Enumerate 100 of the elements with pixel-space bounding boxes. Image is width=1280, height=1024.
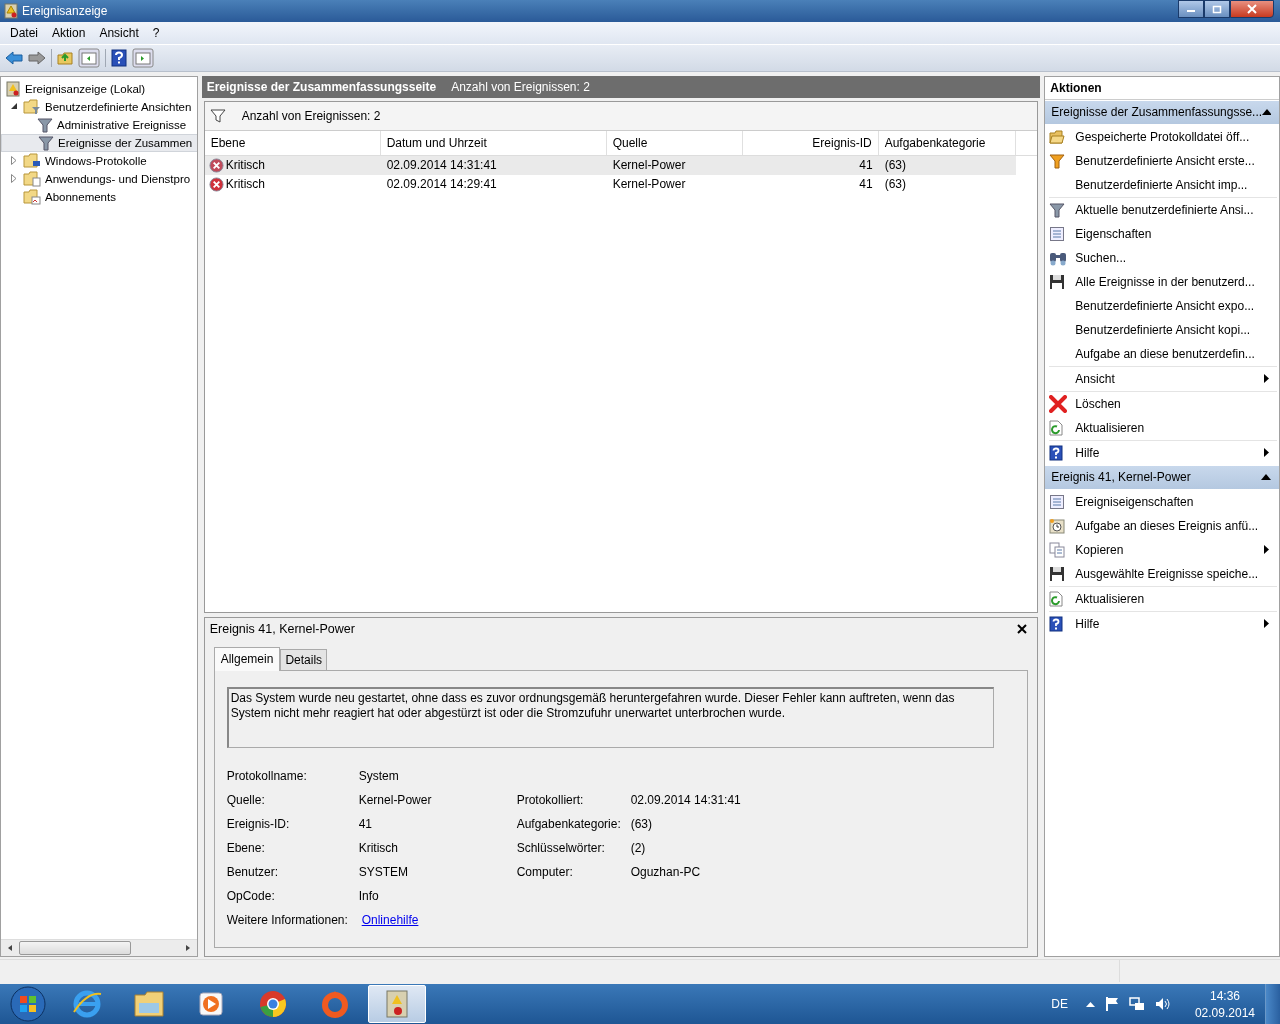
expand-arrow-icon[interactable] (11, 156, 17, 166)
event-row[interactable]: Kritisch 02.09.2014 14:29:41 Kernel-Power 41 (63) (204, 174, 1016, 194)
collapse-arrow-icon[interactable] (1262, 109, 1271, 116)
collapse-arrow-icon[interactable] (1261, 474, 1271, 481)
collapse-arrow-icon[interactable] (10, 103, 18, 111)
column-header[interactable]: Ereignis-ID (742, 130, 879, 155)
action-item[interactable]: Benutzerdefinierte Ansicht imp... (1049, 172, 1277, 198)
table-cell-text: (63) (883, 157, 908, 175)
field-label: Computer: (516, 864, 574, 879)
action-item[interactable]: Aufgabe an dieses Ereignis anfü... (1049, 513, 1277, 538)
action-item[interactable]: Aktualisieren (1049, 586, 1277, 612)
network-icon[interactable] (1128, 996, 1145, 1012)
action-item[interactable]: Gespeicherte Protokolldatei öff... (1049, 124, 1277, 149)
action-item[interactable]: Ansicht (1049, 366, 1277, 392)
ring-icon (321, 989, 349, 1019)
expand-arrow-icon[interactable] (11, 174, 17, 184)
action-item[interactable]: Alle Ereignisse in der benutzerd... (1049, 269, 1277, 294)
action-item[interactable]: Suchen... (1049, 245, 1277, 270)
action-item[interactable]: Hilfe (1049, 440, 1277, 465)
table-cell-text: Kernel-Power (611, 176, 687, 194)
action-pane-icon[interactable] (132, 47, 154, 68)
help-link[interactable]: Onlinehilfe (361, 912, 419, 927)
action-item[interactable]: Löschen (1049, 391, 1277, 416)
clock-time[interactable]: 14:36 (1209, 988, 1240, 1003)
column-header[interactable]: Ebene (204, 130, 381, 155)
action-item[interactable]: Aktuelle benutzerdefinierte Ansi... (1049, 197, 1277, 222)
action-item[interactable]: Ausgewählte Ereignisse speiche... (1049, 561, 1277, 587)
tree-item[interactable]: Benutzerdefinierte Ansichten (1, 97, 197, 116)
field-label: Weitere Informationen: (226, 912, 349, 927)
close-button[interactable] (1230, 0, 1274, 18)
taskbar-button[interactable] (368, 985, 426, 1023)
filter-icon (1049, 201, 1066, 218)
forward-arrow-icon[interactable] (28, 50, 46, 65)
section-header[interactable]: Ereignisse der Zusammenfassungsse... (1045, 100, 1279, 124)
column-header[interactable]: Aufgabenkategorie (878, 130, 1016, 155)
menu-item[interactable]: Aktion (45, 25, 93, 40)
field-value: Info (358, 888, 380, 903)
action-item[interactable]: Benutzerdefinierte Ansicht kopi... (1049, 317, 1277, 342)
tree-item[interactable]: Ereignisse der Zusammen (1, 133, 197, 152)
action-item[interactable]: Aktualisieren (1049, 415, 1277, 441)
event-count: Anzahl von Ereignissen: 2 (451, 79, 590, 94)
tree-item[interactable]: Windows-Protokolle (1, 151, 197, 170)
tree-item[interactable]: Abonnements (1, 187, 197, 206)
tree-item[interactable]: Ereignisanzeige (Lokal) (1, 79, 197, 98)
description-text: Das System wurde neu gestartet, ohne dass es zuvor ordnungsgemäß heruntergefahren wurde. Dieser Fehler kann auftreten, wenn das System nicht mehr reagiert hat oder abgestürzt ist oder die Stromzufuhr unerwartet unterbrochen wurde. (230, 690, 955, 720)
folder-up-icon[interactable] (57, 49, 73, 66)
field-label: Aufgabenkategorie: (516, 816, 622, 831)
maximize-icon (1212, 4, 1222, 14)
refresh-icon (1049, 419, 1064, 436)
folder-icon (133, 989, 165, 1019)
horizontal-scrollbar[interactable] (1, 939, 197, 957)
tree-item[interactable]: Administrative Ereignisse (1, 115, 197, 134)
menu-item[interactable]: ? (145, 25, 167, 40)
tab[interactable]: Details (280, 648, 328, 670)
filter-count: Anzahl von Ereignissen: 2 (241, 108, 381, 123)
media-player-icon (197, 990, 225, 1018)
action-item[interactable]: Benutzerdefinierte Ansicht expo... (1049, 293, 1277, 318)
table-cell-text: (63) (883, 176, 908, 194)
column-header[interactable]: Quelle (606, 130, 743, 155)
tree-pane-icon[interactable] (78, 47, 100, 68)
show-hidden-icons-icon[interactable] (1085, 1001, 1095, 1007)
folder-icon (23, 152, 41, 169)
tab[interactable]: Allgemein (213, 646, 281, 671)
field-label: Ereignis-ID: (226, 816, 291, 831)
actions-title: Aktionen (1045, 76, 1279, 100)
filter-icon (209, 108, 226, 123)
action-item[interactable]: Aufgabe an diese benutzerdefin... (1049, 341, 1277, 367)
action-item[interactable]: Kopieren (1049, 537, 1277, 562)
event-log-icon (5, 80, 21, 97)
start-button[interactable] (8, 984, 48, 1024)
field-value: 41 (358, 816, 374, 831)
menu-item[interactable]: Ansicht (92, 25, 146, 40)
table-cell-text: 41 (858, 157, 874, 175)
field-value: (63) (630, 816, 654, 831)
maximize-button[interactable] (1204, 0, 1230, 18)
help-icon (1049, 615, 1064, 632)
action-item[interactable]: Hilfe (1049, 611, 1277, 636)
help-icon[interactable] (111, 48, 127, 67)
clock-date[interactable]: 02.09.2014 (1194, 1005, 1255, 1020)
flag-icon[interactable] (1104, 996, 1119, 1012)
tree-item[interactable]: Anwendungs- und Dienstpro (1, 169, 197, 188)
table-cell-text: 02.09.2014 14:29:41 (385, 176, 498, 194)
field-label: Protokollname: (226, 768, 308, 783)
filter-icon (37, 116, 53, 133)
action-item[interactable]: Eigenschaften (1049, 221, 1277, 246)
section-header[interactable]: Ereignis 41, Kernel-Power (1045, 465, 1279, 489)
copy-icon (1049, 541, 1066, 558)
field-value: Oguzhan-PC (630, 864, 702, 879)
volume-icon[interactable] (1154, 996, 1171, 1012)
field-value: (2) (630, 840, 647, 855)
menu-item[interactable]: Datei (3, 25, 45, 40)
close-icon[interactable] (1017, 623, 1028, 634)
minimize-button[interactable] (1178, 0, 1204, 18)
submenu-arrow-icon (1264, 448, 1269, 458)
action-item[interactable]: Benutzerdefinierte Ansicht erste... (1049, 148, 1277, 173)
column-header[interactable]: Datum und Uhrzeit (380, 130, 607, 155)
action-item[interactable]: Ereigniseigenschaften (1049, 489, 1277, 514)
window-title: Ereignisanzeige (22, 3, 108, 18)
language-indicator[interactable]: DE (1051, 997, 1068, 1011)
back-arrow-icon[interactable] (5, 50, 23, 65)
